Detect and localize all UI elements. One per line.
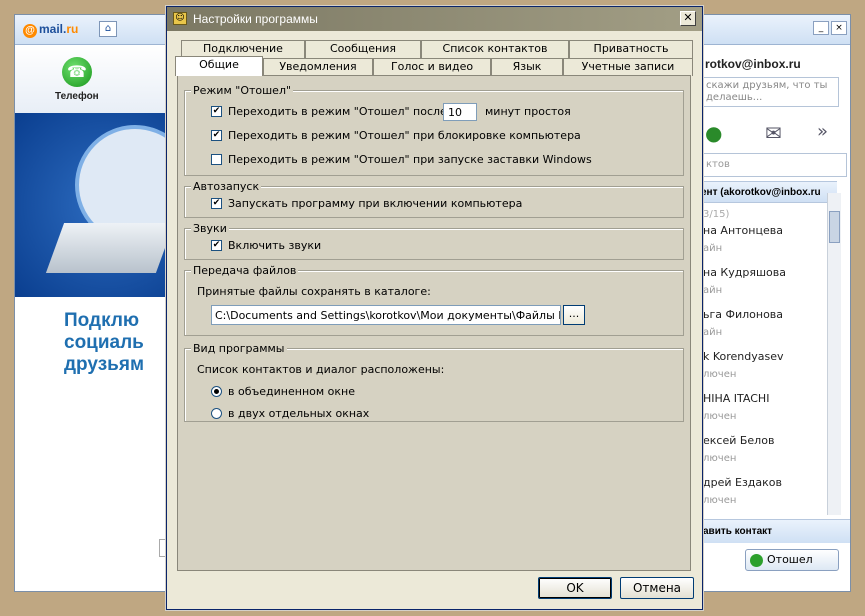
tab-notifications[interactable]: Уведомления: [263, 58, 373, 76]
autostart-group: Автозапуск ✔ Запускать программу при вкл…: [184, 180, 684, 218]
away-status-button[interactable]: Отошел: [745, 549, 839, 571]
add-contact-button[interactable]: авить контакт: [697, 519, 850, 543]
screensaver-away-option[interactable]: Переходить в режим "Отошел" при запуске …: [211, 153, 592, 166]
file-transfer-group: Передача файлов Принятые файлы сохранять…: [184, 264, 684, 336]
banner-laptop: [45, 223, 169, 273]
dialog-title: Настройки программы: [193, 12, 318, 26]
tab-privacy[interactable]: Приватность: [569, 40, 693, 58]
list-item[interactable]: ексей Белов лючен: [697, 430, 837, 472]
idle-away-checkbox[interactable]: ✔: [211, 106, 222, 117]
view-title: Вид программы: [191, 342, 287, 355]
contact-list: 3/15) на Антонцева айн на Кудряшова айн ьг…: [697, 203, 837, 515]
away-mode-group: Режим "Отошел" ✔ Переходить в режим "Ото…: [184, 84, 684, 176]
contact-search-input[interactable]: ктов: [701, 153, 847, 177]
contact-list-scrollbar[interactable]: [827, 193, 841, 515]
sounds-group: Звуки ✔ Включить звуки: [184, 222, 684, 260]
list-item[interactable]: на Антонцева айн: [697, 220, 837, 262]
tab-messages[interactable]: Сообщения: [305, 40, 421, 58]
browse-folder-button[interactable]: ...: [563, 305, 585, 325]
away-status-icon: [750, 553, 763, 567]
screensaver-away-checkbox[interactable]: [211, 154, 222, 165]
sounds-title: Звуки: [191, 222, 229, 235]
background-right-topbar: _ ×: [697, 15, 850, 45]
phone-icon[interactable]: ☎: [62, 57, 92, 87]
view-combined-option[interactable]: в объединенном окне: [211, 385, 355, 398]
view-separate-radio[interactable]: [211, 408, 222, 419]
dialog-titlebar[interactable]: ☺ Настройки программы ✕: [167, 7, 702, 31]
lock-away-option[interactable]: ✔ Переходить в режим "Отошел" при блокир…: [211, 129, 581, 142]
list-item[interactable]: НІНА ITACHI лючен: [697, 388, 837, 430]
account-email: rotkov@inbox.ru: [705, 57, 801, 71]
phone-label: Телефон: [55, 91, 99, 102]
close-icon[interactable]: ×: [831, 21, 847, 35]
contact-group-header[interactable]: ент (akorotkov@inbox.ru: [697, 181, 837, 203]
home-icon[interactable]: ⌂: [99, 21, 117, 37]
tab-contact-list[interactable]: Список контактов: [421, 40, 569, 58]
lock-away-checkbox[interactable]: ✔: [211, 130, 222, 141]
promo-banner-image: [15, 113, 169, 297]
cancel-button[interactable]: Отмена: [620, 577, 694, 599]
view-combined-radio[interactable]: [211, 386, 222, 397]
view-label: Список контактов и диалог расположены:: [197, 363, 445, 376]
list-item[interactable]: k Korendyasev лючен: [697, 346, 837, 388]
sounds-checkbox[interactable]: ✔: [211, 240, 222, 251]
away-mode-title: Режим "Отошел": [191, 84, 294, 97]
background-topbar: @ mail.ru ⌂: [15, 15, 169, 45]
tab-general[interactable]: Общие: [175, 56, 263, 76]
scrollbar-thumb[interactable]: [829, 211, 840, 243]
idle-minutes-suffix: минут простоя: [485, 105, 571, 118]
ok-button[interactable]: OK: [538, 577, 612, 599]
sounds-option[interactable]: ✔ Включить звуки: [211, 239, 321, 252]
general-settings-panel: Режим "Отошел" ✔ Переходить в режим "Ото…: [177, 75, 691, 571]
background-app-right: _ × rotkov@inbox.ru скажи друзьям, что т…: [696, 14, 851, 592]
add-user-icon[interactable]: ●: [705, 121, 722, 145]
autostart-option[interactable]: ✔ Запускать программу при включении комп…: [211, 197, 522, 210]
tab-accounts[interactable]: Учетные записи: [563, 58, 693, 76]
promo-text: Подклю социаль друзьям: [64, 310, 144, 375]
status-message-input[interactable]: скажи друзьям, что ты делаешь...: [701, 77, 839, 107]
background-app-left: @ mail.ru ⌂ ☎ Телефон: [14, 14, 170, 592]
phone-section: ☎ Телефон: [15, 45, 169, 113]
view-separate-option[interactable]: в двух отдельных окнах: [211, 407, 369, 420]
list-item[interactable]: ьга Филонова айн: [697, 304, 837, 346]
list-item[interactable]: на Кудряшова айн: [697, 262, 837, 304]
close-button[interactable]: ✕: [680, 11, 696, 26]
autostart-title: Автозапуск: [191, 180, 262, 193]
file-transfer-title: Передача файлов: [191, 264, 299, 277]
download-folder-input[interactable]: C:\Documents and Settings\korotkov\Мои д…: [211, 305, 561, 325]
envelope-icon[interactable]: ✉: [765, 121, 782, 145]
settings-dialog: ☺ Настройки программы ✕ Подключение Сооб…: [166, 6, 703, 610]
group-count: 3/15): [703, 209, 730, 220]
view-group: Вид программы Список контактов и диалог …: [184, 342, 684, 422]
tab-voice-video[interactable]: Голос и видео: [373, 58, 491, 76]
more-icon[interactable]: »: [817, 121, 828, 142]
autostart-checkbox[interactable]: ✔: [211, 198, 222, 209]
toolbar-icons: ● ✉ »: [703, 121, 843, 149]
tab-language[interactable]: Язык: [491, 58, 563, 76]
minimize-button[interactable]: _: [813, 21, 829, 35]
idle-away-option[interactable]: ✔ Переходить в режим "Отошел" после: [211, 105, 447, 118]
app-icon: ☺: [173, 12, 187, 25]
mailru-logo[interactable]: @ mail.ru: [23, 22, 78, 38]
file-transfer-label: Принятые файлы сохранять в каталоге:: [197, 285, 431, 298]
idle-minutes-input[interactable]: 10: [443, 103, 477, 121]
list-item[interactable]: дрей Ездаков лючен: [697, 472, 837, 514]
